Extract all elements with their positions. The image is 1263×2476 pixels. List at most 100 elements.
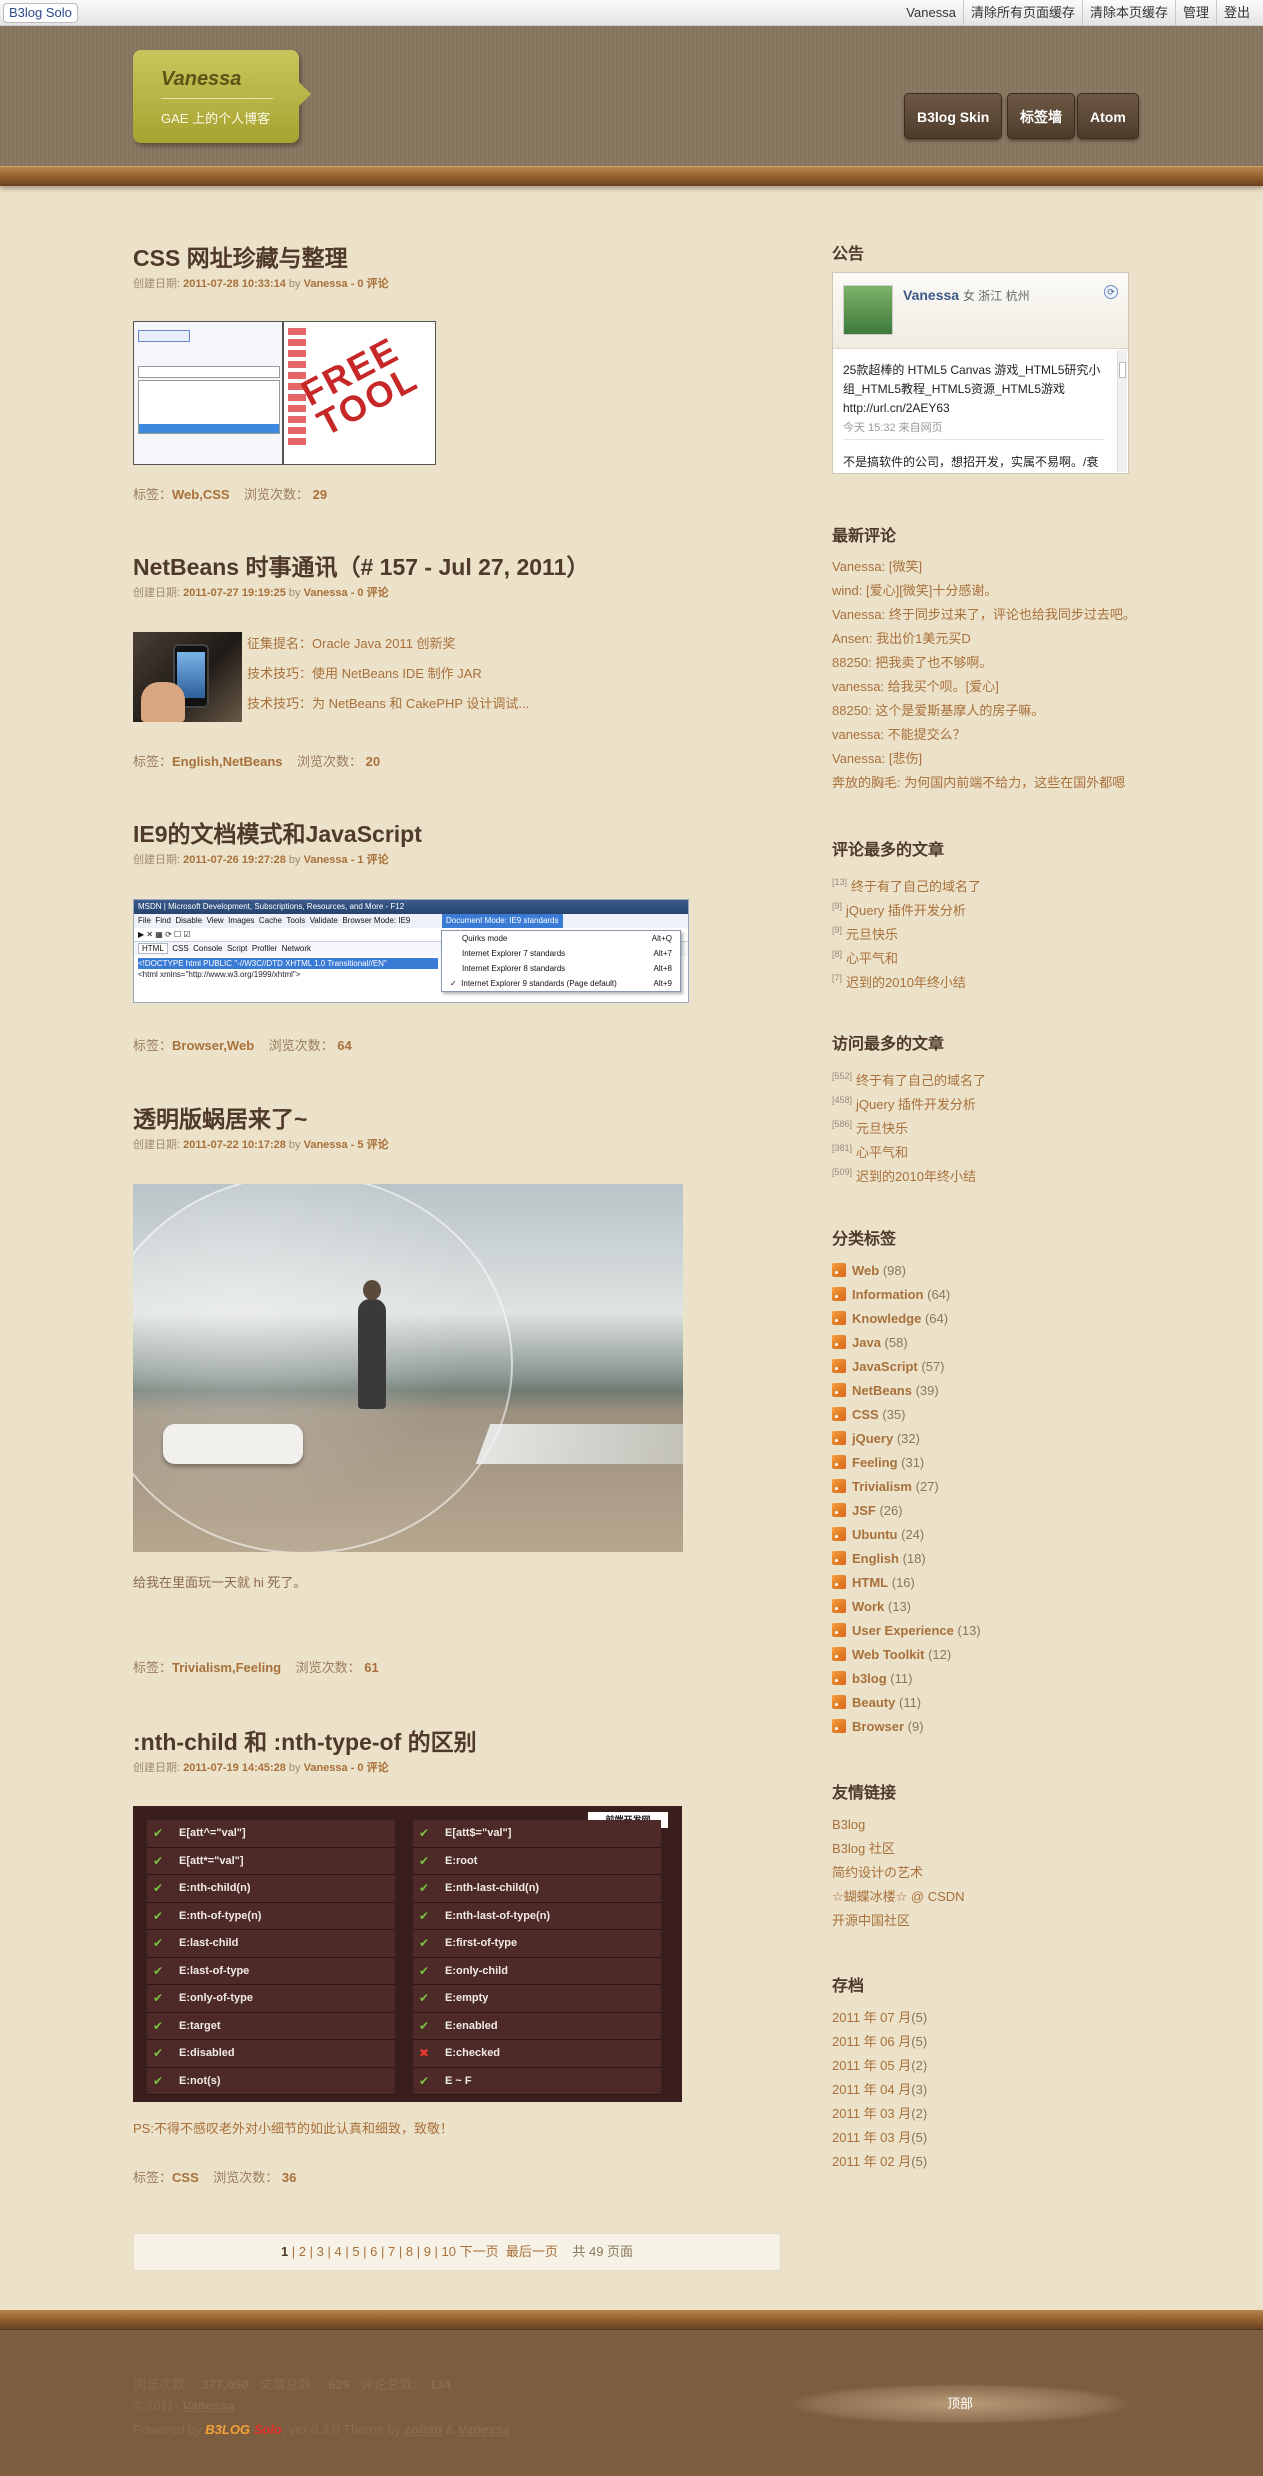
popular-article-item[interactable]: [9] 元旦快乐 (832, 918, 1132, 942)
comment-text[interactable]: : 不能提交么？ (880, 727, 965, 742)
recent-comment-item[interactable]: Ansen: 我出价1美元买D (832, 627, 1132, 651)
comment-text[interactable]: : [微笑] (882, 559, 922, 574)
tag-item[interactable]: JavaScript (57) (832, 1355, 1132, 1379)
tag-item[interactable]: Web (98) (832, 1259, 1132, 1283)
popular-article-item[interactable]: [13] 终于有了自己的域名了 (832, 870, 1132, 894)
tag-name[interactable]: Trivialism (852, 1479, 912, 1494)
summary-link[interactable]: 技术技巧：使用 NetBeans IDE 制作 JAR (247, 662, 529, 692)
comment-author[interactable]: 88250 (832, 655, 868, 670)
friend-link[interactable]: B3log 社区 (832, 1837, 1132, 1861)
archive-item[interactable]: 2011 年 04 月(3) (832, 2078, 1132, 2102)
article-link[interactable]: 迟到的2010年终小结 (856, 1169, 976, 1184)
rss-icon[interactable] (832, 1479, 846, 1493)
article-tags[interactable]: Trivialism,Feeling (172, 1660, 281, 1675)
nav-atom[interactable]: Atom (1077, 93, 1139, 139)
back-to-top-button[interactable]: 顶部 (790, 2384, 1130, 2424)
tag-item[interactable]: Ubuntu (24) (832, 1523, 1132, 1547)
rss-icon[interactable] (832, 1647, 846, 1661)
weibo-name[interactable]: Vanessa (903, 287, 959, 303)
article-link[interactable]: 心平气和 (856, 1145, 908, 1160)
tag-item[interactable]: b3log (11) (832, 1667, 1132, 1691)
tag-name[interactable]: CSS (852, 1407, 879, 1422)
rss-icon[interactable] (832, 1383, 846, 1397)
theme-author-link[interactable]: zoltan (404, 2422, 442, 2437)
archive-item[interactable]: 2011 年 03 月(2) (832, 2102, 1132, 2126)
article-author[interactable]: Vanessa (304, 587, 348, 599)
rss-icon[interactable] (832, 1623, 846, 1637)
archive-month[interactable]: 2011 年 06 月 (832, 2034, 911, 2049)
tag-name[interactable]: Web Toolkit (852, 1647, 924, 1662)
b3log-solo-link[interactable]: B3log Solo (3, 3, 78, 23)
weibo-scrollbar[interactable] (1117, 350, 1127, 472)
page-link[interactable]: 4 (334, 2244, 341, 2259)
comment-text[interactable]: : [悲伤] (882, 751, 922, 766)
article-author[interactable]: Vanessa (304, 854, 348, 866)
rss-icon[interactable] (832, 1455, 846, 1469)
tag-name[interactable]: jQuery (852, 1431, 893, 1446)
article-author[interactable]: Vanessa (304, 1139, 348, 1151)
user-link[interactable]: Vanessa (899, 0, 963, 26)
rss-icon[interactable] (832, 1431, 846, 1445)
tag-name[interactable]: NetBeans (852, 1383, 912, 1398)
article-link[interactable]: 迟到的2010年终小结 (846, 975, 966, 990)
comment-author[interactable]: Vanessa (832, 751, 882, 766)
rss-icon[interactable] (832, 1287, 846, 1301)
article-tags[interactable]: Web,CSS (172, 487, 230, 502)
friend-link[interactable]: 开源中国社区 (832, 1909, 1132, 1933)
archive-month[interactable]: 2011 年 02 月 (832, 2154, 911, 2169)
tag-name[interactable]: Web (852, 1263, 879, 1278)
tag-item[interactable]: jQuery (32) (832, 1427, 1132, 1451)
tag-item[interactable]: Trivialism (27) (832, 1475, 1132, 1499)
page-last[interactable]: 最后一页 (506, 2244, 558, 2259)
archive-item[interactable]: 2011 年 07 月(5) (832, 2006, 1132, 2030)
tag-name[interactable]: English (852, 1551, 899, 1566)
rss-icon[interactable] (832, 1599, 846, 1613)
archive-month[interactable]: 2011 年 04 月 (832, 2082, 911, 2097)
recent-comment-item[interactable]: wind: [爱心][微笑]十分感谢。 (832, 579, 1132, 603)
blog-name[interactable]: Vanessa (161, 68, 241, 91)
popular-article-item[interactable]: [7] 迟到的2010年终小结 (832, 966, 1132, 990)
summary-link[interactable]: 征集提名：Oracle Java 2011 创新奖 (247, 632, 529, 662)
tag-item[interactable]: English (18) (832, 1547, 1132, 1571)
article-link[interactable]: 元旦快乐 (846, 927, 898, 942)
rss-icon[interactable] (832, 1311, 846, 1325)
tag-item[interactable]: CSS (35) (832, 1403, 1132, 1427)
article-comments[interactable]: - 5 评论 (348, 1139, 389, 1151)
popular-article-item[interactable]: [509] 迟到的2010年终小结 (832, 1160, 1132, 1184)
comment-author[interactable]: 奔放的胸毛 (832, 775, 897, 790)
article-title[interactable]: NetBeans 时事通讯（# 157 - Jul 27, 2011） (133, 552, 693, 582)
tag-item[interactable]: Knowledge (64) (832, 1307, 1132, 1331)
popular-article-item[interactable]: [458] jQuery 插件开发分析 (832, 1088, 1132, 1112)
page-link[interactable]: 9 (424, 2244, 431, 2259)
tag-name[interactable]: HTML (852, 1575, 888, 1590)
article-comments[interactable]: - 0 评论 (348, 1762, 389, 1774)
comment-text[interactable]: : 为何国内前端不给力，这些在国外都嗯 (897, 775, 1125, 790)
rss-icon[interactable] (832, 1551, 846, 1565)
comment-text[interactable]: : [爱心][微笑]十分感谢。 (859, 583, 998, 598)
tag-item[interactable]: Information (64) (832, 1283, 1132, 1307)
tag-name[interactable]: Knowledge (852, 1311, 921, 1326)
clear-page-cache-link[interactable]: 清除本页缓存 (1081, 0, 1175, 26)
article-link[interactable]: jQuery 插件开发分析 (856, 1097, 976, 1112)
page-next[interactable]: 下一页 (460, 2244, 499, 2259)
article-link[interactable]: 元旦快乐 (856, 1121, 908, 1136)
tag-name[interactable]: Browser (852, 1719, 904, 1734)
comment-text[interactable]: : 这个是爱斯基摩人的房子嘛。 (868, 703, 1044, 718)
nav-tag-wall[interactable]: 标签墙 (1007, 93, 1075, 139)
article-author[interactable]: Vanessa (304, 278, 348, 290)
archive-month[interactable]: 2011 年 05 月 (832, 2058, 911, 2073)
comment-author[interactable]: Vanessa (832, 607, 882, 622)
rss-icon[interactable] (832, 1719, 846, 1733)
theme-author2-link[interactable]: Vanessa (458, 2422, 510, 2437)
clear-all-cache-link[interactable]: 清除所有页面缓存 (962, 0, 1082, 26)
recent-comment-item[interactable]: vanessa: 给我买个呗。[爱心] (832, 675, 1132, 699)
refresh-icon[interactable]: ⟳ (1104, 285, 1118, 299)
recent-comment-item[interactable]: Vanessa: 终于同步过来了，评论也给我同步过去吧。 (832, 603, 1132, 627)
article-link[interactable]: 终于有了自己的域名了 (851, 879, 981, 894)
admin-link[interactable]: 管理 (1174, 0, 1216, 26)
popular-article-item[interactable]: [8] 心平气和 (832, 942, 1132, 966)
article-link[interactable]: jQuery 插件开发分析 (846, 903, 966, 918)
comment-text[interactable]: : 终于同步过来了，评论也给我同步过去吧。 (882, 607, 1132, 622)
article-tags[interactable]: English,NetBeans (172, 754, 283, 769)
recent-comment-item[interactable]: 88250: 这个是爱斯基摩人的房子嘛。 (832, 699, 1132, 723)
